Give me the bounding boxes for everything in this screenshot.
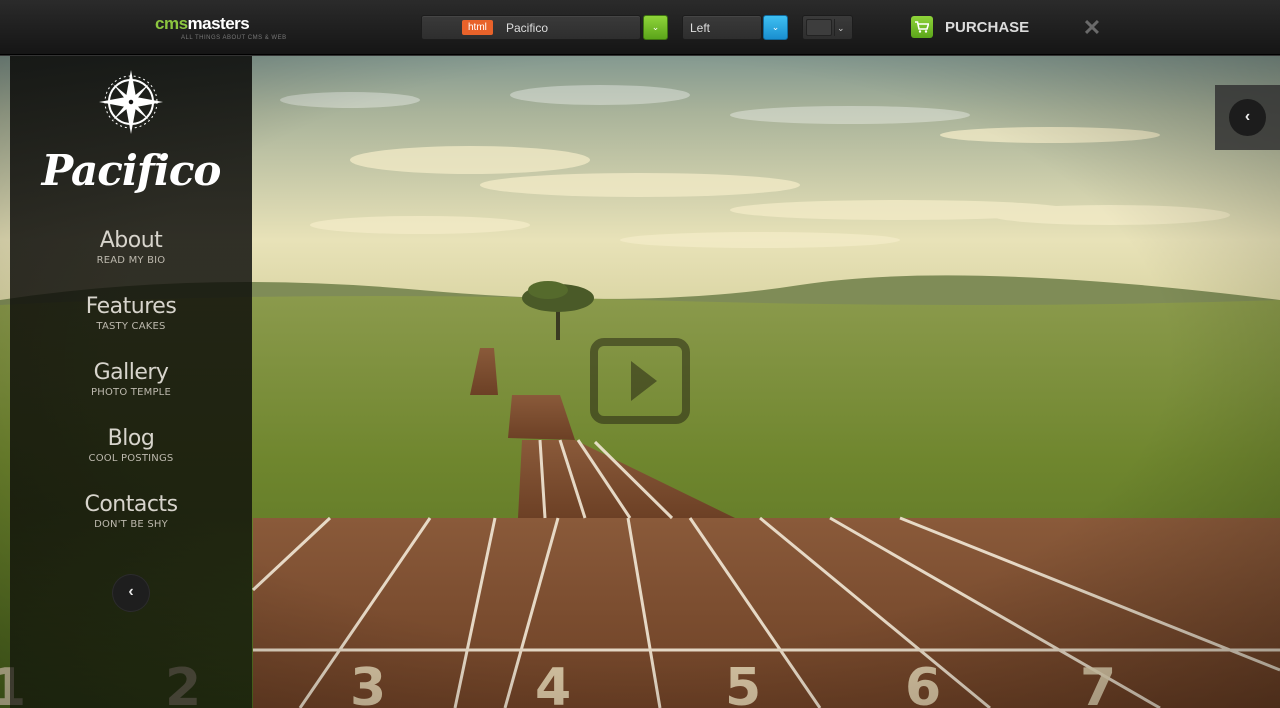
nav-item-gallery[interactable]: Gallery PHOTO TEMPLE	[10, 359, 252, 425]
nav-item-subtitle: COOL POSTINGS	[88, 453, 174, 464]
play-video-button[interactable]	[590, 338, 690, 424]
site-name: Pacifico	[41, 146, 222, 195]
nav-item-title: Gallery	[93, 360, 169, 385]
purchase-label: PURCHASE	[945, 19, 1030, 36]
position-select-value: Left	[690, 21, 711, 35]
nav-item-subtitle: PHOTO TEMPLE	[91, 387, 171, 398]
nav-item-about[interactable]: About READ MY BIO	[10, 227, 252, 293]
main-nav: About READ MY BIO Features TASTY CAKES G…	[10, 227, 252, 557]
close-icon[interactable]: ✕	[1082, 17, 1102, 39]
theme-select-value: Pacifico	[506, 21, 549, 35]
cart-icon	[911, 16, 933, 38]
nav-item-subtitle: DON'T BE SHY	[94, 519, 168, 530]
theme-select[interactable]: html Pacifico ⌄	[421, 15, 668, 40]
nav-item-features[interactable]: Features TASTY CAKES	[10, 293, 252, 359]
site-logo[interactable]: Pacifico	[10, 69, 252, 199]
nav-item-title: About	[99, 228, 163, 253]
top-toolbar: cmsmasters ALL THINGS ABOUT CMS & WEB ht…	[0, 0, 1280, 55]
nav-item-subtitle: TASTY CAKES	[96, 321, 166, 332]
chevron-down-icon: ⌄	[837, 23, 845, 33]
compass-icon	[99, 70, 163, 134]
chevron-left-icon: ‹	[128, 583, 134, 600]
play-icon	[631, 361, 657, 401]
cmsmasters-logo[interactable]: cmsmasters ALL THINGS ABOUT CMS & WEB	[155, 14, 287, 42]
theme-dropdown-button[interactable]: ⌄	[643, 15, 668, 40]
position-select[interactable]: Left ⌄	[682, 15, 788, 40]
chevron-down-icon: ⌄	[651, 22, 660, 32]
toggle-circle: ‹	[1229, 99, 1266, 136]
logo-prefix: cms	[155, 14, 188, 33]
color-swatch	[806, 19, 832, 36]
nav-item-title: Blog	[107, 426, 155, 451]
position-select-field[interactable]: Left	[682, 15, 762, 40]
theme-select-field[interactable]: html Pacifico	[421, 15, 641, 40]
divider	[834, 19, 835, 36]
nav-item-subtitle: READ MY BIO	[96, 255, 166, 266]
right-panel-toggle[interactable]: ‹	[1215, 85, 1280, 150]
chevron-left-icon: ‹	[1244, 108, 1251, 125]
nav-item-title: Contacts	[84, 492, 178, 517]
nav-item-blog[interactable]: Blog COOL POSTINGS	[10, 425, 252, 491]
html-badge: html	[462, 20, 493, 35]
nav-item-contacts[interactable]: Contacts DON'T BE SHY	[10, 491, 252, 557]
logo-suffix: masters	[187, 14, 250, 33]
color-scheme-select[interactable]: ⌄	[802, 15, 853, 40]
nav-item-title: Features	[85, 294, 177, 319]
position-dropdown-button[interactable]: ⌄	[763, 15, 788, 40]
chevron-down-icon: ⌄	[771, 22, 780, 32]
left-sidebar: Pacifico About READ MY BIO Features TAST…	[10, 55, 252, 708]
logo-tagline: ALL THINGS ABOUT CMS & WEB	[181, 35, 287, 41]
collapse-sidebar-button[interactable]: ‹	[112, 574, 150, 612]
